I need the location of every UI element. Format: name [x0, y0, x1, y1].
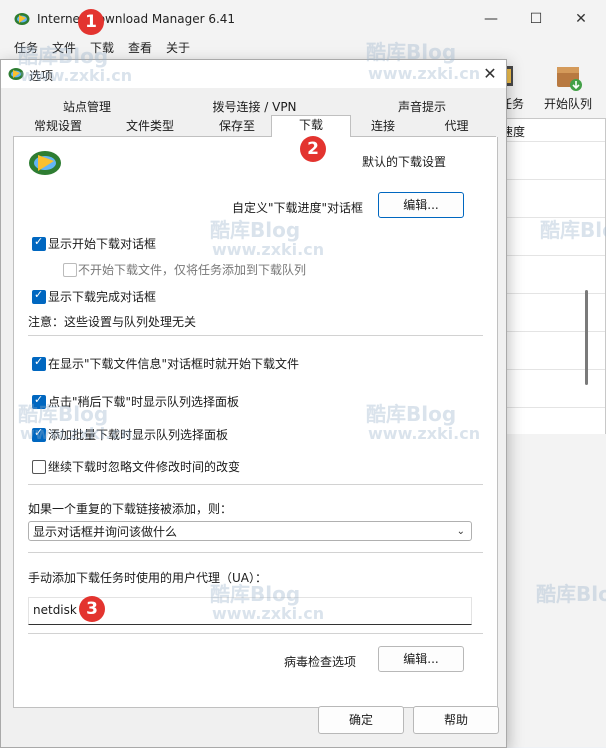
batch-queue-panel-label[interactable]: 添加批量下载时显示队列选择面板: [48, 426, 228, 443]
start-on-info-label[interactable]: 在显示"下载文件信息"对话框时就开始下载文件: [48, 355, 299, 372]
batch-queue-panel-checkbox[interactable]: [32, 426, 46, 442]
dialog-title: 选项: [29, 69, 54, 83]
tab-connection[interactable]: 连接: [351, 117, 415, 135]
main-menu-bar: 任务 文件 下载 查看 关于: [0, 36, 606, 58]
main-toolbar: 任务 开始队列: [496, 58, 606, 118]
idm-logo-icon: [29, 151, 61, 175]
tab-file-types[interactable]: 文件类型: [103, 117, 197, 135]
start-queue-icon[interactable]: [554, 62, 584, 92]
virus-check-label: 病毒检查选项: [284, 655, 357, 669]
separator: [28, 335, 483, 336]
download-settings-panel: 默认的下载设置 自定义"下载进度"对话框 编辑... 显示开始下载对话框 不开始…: [13, 137, 498, 708]
chevron-down-icon: ⌄: [456, 526, 465, 537]
tab-download[interactable]: 下载: [271, 115, 351, 137]
close-button[interactable]: ✕: [566, 8, 596, 30]
duplicate-link-label: 如果一个重复的下载链接被添加，则：: [28, 502, 233, 516]
main-bottom-area: [496, 434, 606, 747]
help-button[interactable]: 帮助: [413, 706, 499, 734]
menu-task[interactable]: 任务: [14, 39, 38, 56]
show-start-dialog-checkbox[interactable]: [32, 235, 46, 251]
tab-proxy[interactable]: 代理: [417, 117, 496, 135]
tab-site-management[interactable]: 站点管理: [13, 98, 161, 116]
tab-dialup-vpn[interactable]: 拨号连接 / VPN: [161, 98, 348, 116]
ok-button[interactable]: 确定: [318, 706, 404, 734]
separator: [28, 552, 483, 553]
menu-about[interactable]: 关于: [166, 39, 190, 56]
separator: [28, 484, 483, 485]
idm-dialog-icon: [8, 68, 24, 80]
section-heading: 默认的下载设置: [362, 155, 447, 169]
dialog-close-button[interactable]: ✕: [479, 64, 501, 84]
idm-app-icon: [14, 13, 30, 25]
download-list[interactable]: 速度: [496, 118, 606, 436]
minimize-button[interactable]: —: [476, 8, 506, 30]
menu-view[interactable]: 查看: [128, 39, 152, 56]
separator: [28, 633, 483, 634]
queue-only-checkbox[interactable]: [63, 263, 77, 277]
tab-sound[interactable]: 声音提示: [348, 98, 496, 116]
queue-note: 注意：这些设置与队列处理无关: [28, 315, 197, 329]
edit-progress-dialog-button[interactable]: 编辑...: [378, 192, 464, 218]
user-agent-label: 手动添加下载任务时使用的用户代理（UA）：: [28, 571, 267, 585]
queue-only-label[interactable]: 不开始下载文件，仅将任务添加到下载队列: [78, 261, 306, 278]
list-scrollbar[interactable]: [585, 290, 588, 385]
tab-general[interactable]: 常规设置: [13, 117, 103, 135]
annotation-badge-3: 3: [79, 596, 105, 622]
duplicate-action-select[interactable]: 显示对话框并询问该做什么 ⌄: [28, 521, 472, 541]
dialog-title-bar: 选项 ✕: [1, 60, 506, 88]
maximize-button[interactable]: ☐: [521, 8, 551, 30]
menu-download[interactable]: 下载: [90, 39, 114, 56]
show-start-dialog-label[interactable]: 显示开始下载对话框: [48, 235, 156, 252]
virus-check-edit-button[interactable]: 编辑...: [378, 646, 464, 672]
show-complete-dialog-label[interactable]: 显示下载完成对话框: [48, 288, 156, 305]
menu-file[interactable]: 文件: [52, 39, 76, 56]
tab-save-to[interactable]: 保存至: [197, 117, 277, 135]
options-dialog: 选项 ✕ 站点管理 拨号连接 / VPN 声音提示 常规设置 文件类型 保存至 …: [0, 59, 507, 748]
start-on-info-checkbox[interactable]: [32, 355, 46, 371]
duplicate-action-value: 显示对话框并询问该做什么: [33, 525, 178, 539]
main-window-title: Internet Download Manager 6.41: [37, 12, 236, 26]
ignore-mtime-checkbox[interactable]: [32, 460, 46, 474]
ignore-mtime-label[interactable]: 继续下载时忽略文件修改时间的改变: [48, 458, 240, 475]
later-queue-panel-checkbox[interactable]: [32, 393, 46, 409]
annotation-badge-2: 2: [300, 136, 326, 162]
annotation-badge-1: 1: [78, 9, 104, 35]
later-queue-panel-label[interactable]: 点击"稍后下载"时显示队列选择面板: [48, 393, 239, 410]
progress-dialog-label: 自定义"下载进度"对话框: [232, 201, 364, 215]
show-complete-dialog-checkbox[interactable]: [32, 288, 46, 304]
toolbar-start-queue-label[interactable]: 开始队列: [544, 95, 592, 112]
